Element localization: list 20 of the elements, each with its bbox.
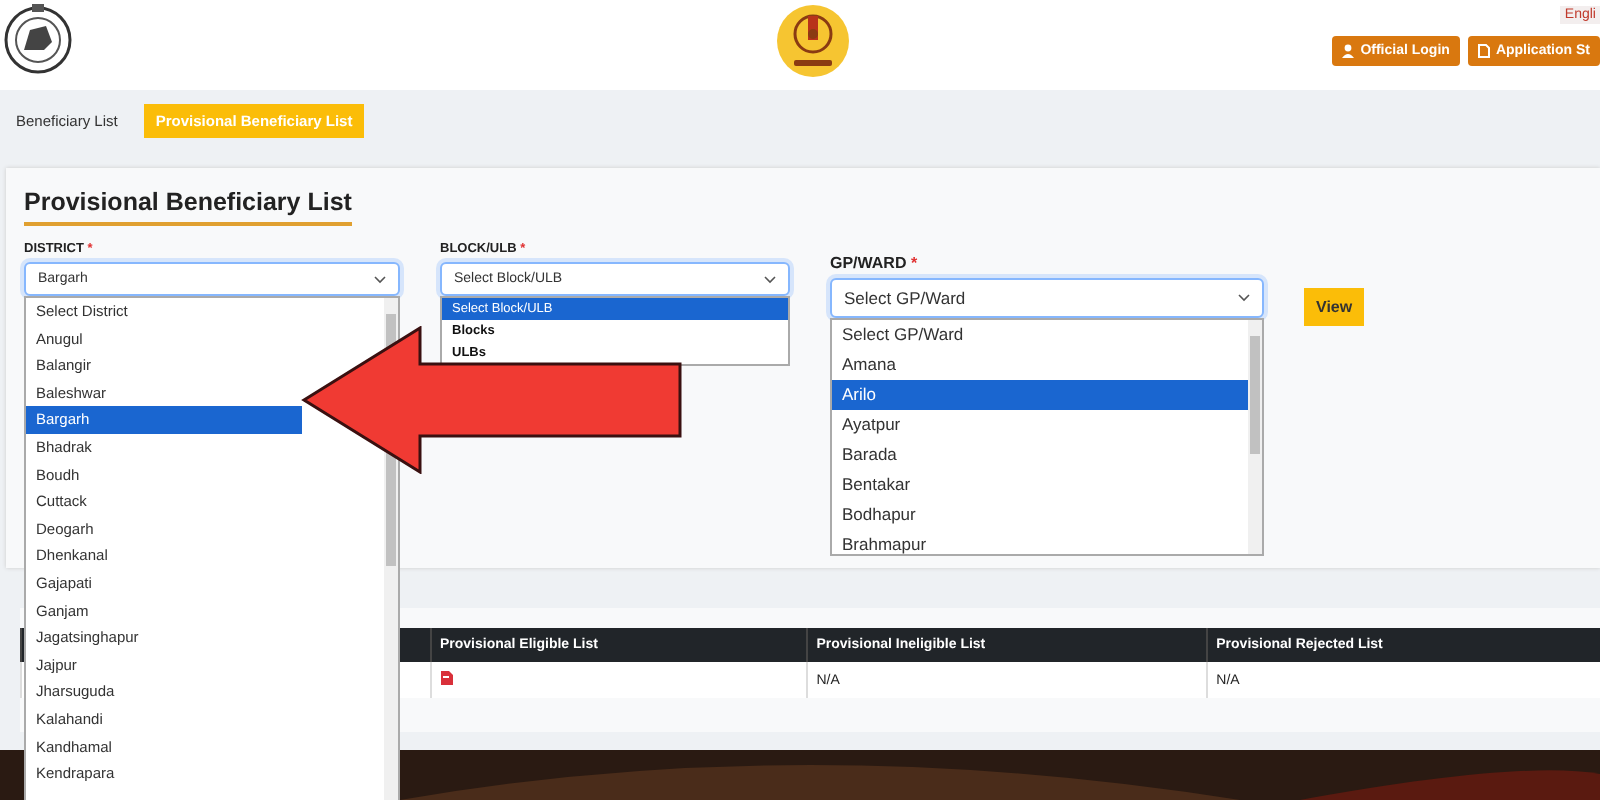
- dropdown-option[interactable]: Amana: [832, 350, 906, 380]
- user-icon: [1342, 44, 1355, 58]
- dropdown-option[interactable]: Brahmapur: [832, 530, 937, 554]
- dropdown-option[interactable]: Ayatpur: [832, 410, 911, 440]
- scrollbar[interactable]: [1248, 320, 1262, 554]
- view-button[interactable]: View: [1304, 288, 1365, 326]
- scheme-logo: [776, 4, 850, 78]
- dropdown-option[interactable]: Arilo: [832, 380, 1248, 410]
- dropdown-option[interactable]: Bentakar: [832, 470, 921, 500]
- chevron-down-icon: [764, 275, 776, 283]
- dropdown-option[interactable]: Barada: [832, 440, 907, 470]
- document-icon: [1477, 44, 1490, 58]
- dropdown-option[interactable]: Select GP/Ward: [832, 320, 974, 350]
- chevron-down-icon: [1238, 294, 1250, 302]
- card-title: Provisional Beneficiary List: [24, 188, 352, 226]
- chevron-down-icon: [374, 275, 386, 283]
- field-label: GP/WARD *: [830, 254, 920, 272]
- dropdown-option[interactable]: Bodhapur: [832, 500, 926, 530]
- pdf-icon[interactable]: [440, 670, 454, 686]
- select-field[interactable]: Select GP/Ward: [830, 278, 1264, 318]
